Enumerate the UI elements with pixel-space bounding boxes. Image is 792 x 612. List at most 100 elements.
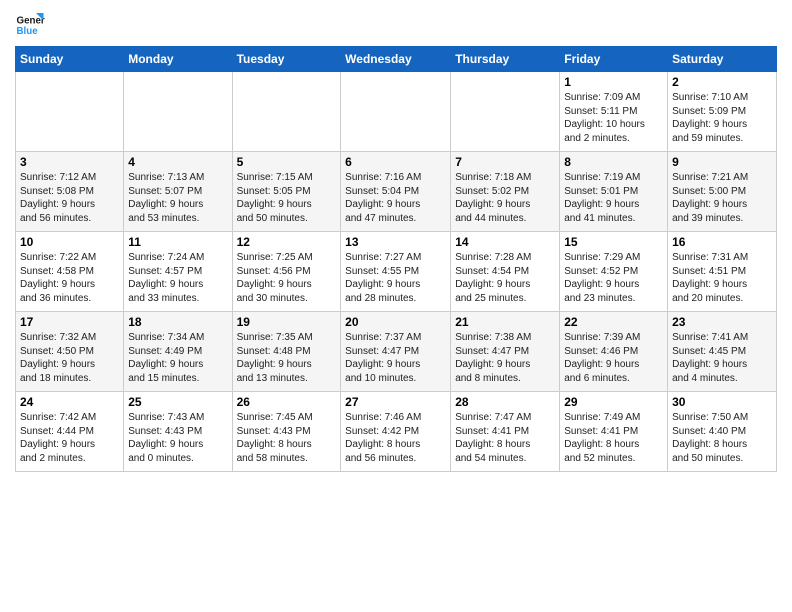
day-number: 30 — [672, 395, 772, 409]
day-info: Sunrise: 7:24 AMSunset: 4:57 PMDaylight:… — [128, 251, 227, 305]
calendar-cell: 21 Sunrise: 7:38 AMSunset: 4:47 PMDayligh… — [451, 312, 560, 392]
calendar-cell — [341, 72, 451, 152]
day-info: Sunrise: 7:13 AMSunset: 5:07 PMDaylight:… — [128, 171, 227, 225]
calendar-cell: 18 Sunrise: 7:34 AMSunset: 4:49 PMDayligh… — [124, 312, 232, 392]
day-number: 3 — [20, 155, 119, 169]
calendar-cell: 1 Sunrise: 7:09 AMSunset: 5:11 PMDaylight… — [560, 72, 668, 152]
week-row-3: 10 Sunrise: 7:22 AMSunset: 4:58 PMDayligh… — [16, 232, 777, 312]
day-header-friday: Friday — [560, 47, 668, 72]
day-number: 18 — [128, 315, 227, 329]
day-header-sunday: Sunday — [16, 47, 124, 72]
day-number: 7 — [455, 155, 555, 169]
week-row-5: 24 Sunrise: 7:42 AMSunset: 4:44 PMDayligh… — [16, 392, 777, 472]
logo-icon: General Blue — [15, 10, 45, 40]
day-info: Sunrise: 7:50 AMSunset: 4:40 PMDaylight:… — [672, 411, 772, 465]
calendar-cell: 3 Sunrise: 7:12 AMSunset: 5:08 PMDaylight… — [16, 152, 124, 232]
calendar-cell: 4 Sunrise: 7:13 AMSunset: 5:07 PMDaylight… — [124, 152, 232, 232]
calendar-cell: 14 Sunrise: 7:28 AMSunset: 4:54 PMDayligh… — [451, 232, 560, 312]
day-info: Sunrise: 7:35 AMSunset: 4:48 PMDaylight:… — [237, 331, 337, 385]
day-number: 1 — [564, 75, 663, 89]
calendar-cell: 16Sunrise: 7:31 AMSunset: 4:51 PMDayligh… — [668, 232, 777, 312]
day-info: Sunrise: 7:09 AMSunset: 5:11 PMDaylight:… — [564, 91, 663, 145]
day-info: Sunrise: 7:27 AMSunset: 4:55 PMDaylight:… — [345, 251, 446, 305]
day-info: Sunrise: 7:10 AMSunset: 5:09 PMDaylight:… — [672, 91, 772, 145]
day-info: Sunrise: 7:45 AMSunset: 4:43 PMDaylight:… — [237, 411, 337, 465]
calendar-table: SundayMondayTuesdayWednesdayThursdayFrid… — [15, 46, 777, 472]
day-info: Sunrise: 7:41 AMSunset: 4:45 PMDaylight:… — [672, 331, 772, 385]
day-header-tuesday: Tuesday — [232, 47, 341, 72]
day-info: Sunrise: 7:42 AMSunset: 4:44 PMDaylight:… — [20, 411, 119, 465]
calendar-cell: 12 Sunrise: 7:25 AMSunset: 4:56 PMDayligh… — [232, 232, 341, 312]
calendar-cell: 9 Sunrise: 7:21 AMSunset: 5:00 PMDaylight… — [668, 152, 777, 232]
day-number: 23 — [672, 315, 772, 329]
day-info: Sunrise: 7:22 AMSunset: 4:58 PMDaylight:… — [20, 251, 119, 305]
day-number: 12 — [237, 235, 337, 249]
day-info: Sunrise: 7:29 AMSunset: 4:52 PMDaylight:… — [564, 251, 663, 305]
day-info: Sunrise: 7:32 AMSunset: 4:50 PMDaylight:… — [20, 331, 119, 385]
day-info: Sunrise: 7:28 AMSunset: 4:54 PMDaylight:… — [455, 251, 555, 305]
svg-text:Blue: Blue — [17, 26, 39, 37]
day-info: Sunrise: 7:37 AMSunset: 4:47 PMDaylight:… — [345, 331, 446, 385]
calendar-cell: 17Sunrise: 7:32 AMSunset: 4:50 PMDayligh… — [16, 312, 124, 392]
day-number: 22 — [564, 315, 663, 329]
day-info: Sunrise: 7:43 AMSunset: 4:43 PMDaylight:… — [128, 411, 227, 465]
day-number: 27 — [345, 395, 446, 409]
day-number: 11 — [128, 235, 227, 249]
day-header-monday: Monday — [124, 47, 232, 72]
calendar-cell: 5 Sunrise: 7:15 AMSunset: 5:05 PMDaylight… — [232, 152, 341, 232]
week-row-2: 3 Sunrise: 7:12 AMSunset: 5:08 PMDaylight… — [16, 152, 777, 232]
day-info: Sunrise: 7:46 AMSunset: 4:42 PMDaylight:… — [345, 411, 446, 465]
day-number: 26 — [237, 395, 337, 409]
calendar-cell: 24 Sunrise: 7:42 AMSunset: 4:44 PMDayligh… — [16, 392, 124, 472]
calendar-cell: 23 Sunrise: 7:41 AMSunset: 4:45 PMDayligh… — [668, 312, 777, 392]
day-number: 13 — [345, 235, 446, 249]
calendar-cell: 7 Sunrise: 7:18 AMSunset: 5:02 PMDaylight… — [451, 152, 560, 232]
day-header-wednesday: Wednesday — [341, 47, 451, 72]
day-number: 8 — [564, 155, 663, 169]
calendar-cell — [16, 72, 124, 152]
day-number: 4 — [128, 155, 227, 169]
calendar-cell: 22 Sunrise: 7:39 AMSunset: 4:46 PMDayligh… — [560, 312, 668, 392]
day-number: 5 — [237, 155, 337, 169]
day-info: Sunrise: 7:39 AMSunset: 4:46 PMDaylight:… — [564, 331, 663, 385]
day-info: Sunrise: 7:34 AMSunset: 4:49 PMDaylight:… — [128, 331, 227, 385]
day-number: 24 — [20, 395, 119, 409]
calendar-cell: 19 Sunrise: 7:35 AMSunset: 4:48 PMDayligh… — [232, 312, 341, 392]
day-number: 21 — [455, 315, 555, 329]
calendar-cell: 30 Sunrise: 7:50 AMSunset: 4:40 PMDayligh… — [668, 392, 777, 472]
day-info: Sunrise: 7:16 AMSunset: 5:04 PMDaylight:… — [345, 171, 446, 225]
day-number: 9 — [672, 155, 772, 169]
calendar-cell: 6 Sunrise: 7:16 AMSunset: 5:04 PMDaylight… — [341, 152, 451, 232]
calendar-cell: 11 Sunrise: 7:24 AMSunset: 4:57 PMDayligh… — [124, 232, 232, 312]
day-number: 14 — [455, 235, 555, 249]
calendar-cell: 20 Sunrise: 7:37 AMSunset: 4:47 PMDayligh… — [341, 312, 451, 392]
header: General Blue — [15, 10, 777, 40]
calendar-cell: 25 Sunrise: 7:43 AMSunset: 4:43 PMDayligh… — [124, 392, 232, 472]
day-info: Sunrise: 7:12 AMSunset: 5:08 PMDaylight:… — [20, 171, 119, 225]
header-row: SundayMondayTuesdayWednesdayThursdayFrid… — [16, 47, 777, 72]
week-row-1: 1 Sunrise: 7:09 AMSunset: 5:11 PMDaylight… — [16, 72, 777, 152]
day-number: 19 — [237, 315, 337, 329]
day-info: Sunrise: 7:21 AMSunset: 5:00 PMDaylight:… — [672, 171, 772, 225]
calendar-cell: 26 Sunrise: 7:45 AMSunset: 4:43 PMDayligh… — [232, 392, 341, 472]
week-row-4: 17Sunrise: 7:32 AMSunset: 4:50 PMDayligh… — [16, 312, 777, 392]
calendar-cell: 27 Sunrise: 7:46 AMSunset: 4:42 PMDayligh… — [341, 392, 451, 472]
day-header-thursday: Thursday — [451, 47, 560, 72]
day-info: Sunrise: 7:18 AMSunset: 5:02 PMDaylight:… — [455, 171, 555, 225]
day-number: 10 — [20, 235, 119, 249]
calendar-cell — [451, 72, 560, 152]
calendar-cell: 29Sunrise: 7:49 AMSunset: 4:41 PMDayligh… — [560, 392, 668, 472]
day-number: 25 — [128, 395, 227, 409]
calendar-cell — [124, 72, 232, 152]
calendar-cell: 28Sunrise: 7:47 AMSunset: 4:41 PMDayligh… — [451, 392, 560, 472]
calendar-cell: 13 Sunrise: 7:27 AMSunset: 4:55 PMDayligh… — [341, 232, 451, 312]
day-number: 20 — [345, 315, 446, 329]
calendar-cell — [232, 72, 341, 152]
day-number: 15 — [564, 235, 663, 249]
day-info: Sunrise: 7:25 AMSunset: 4:56 PMDaylight:… — [237, 251, 337, 305]
day-number: 2 — [672, 75, 772, 89]
day-number: 6 — [345, 155, 446, 169]
day-number: 29 — [564, 395, 663, 409]
day-info: Sunrise: 7:15 AMSunset: 5:05 PMDaylight:… — [237, 171, 337, 225]
day-info: Sunrise: 7:38 AMSunset: 4:47 PMDaylight:… — [455, 331, 555, 385]
